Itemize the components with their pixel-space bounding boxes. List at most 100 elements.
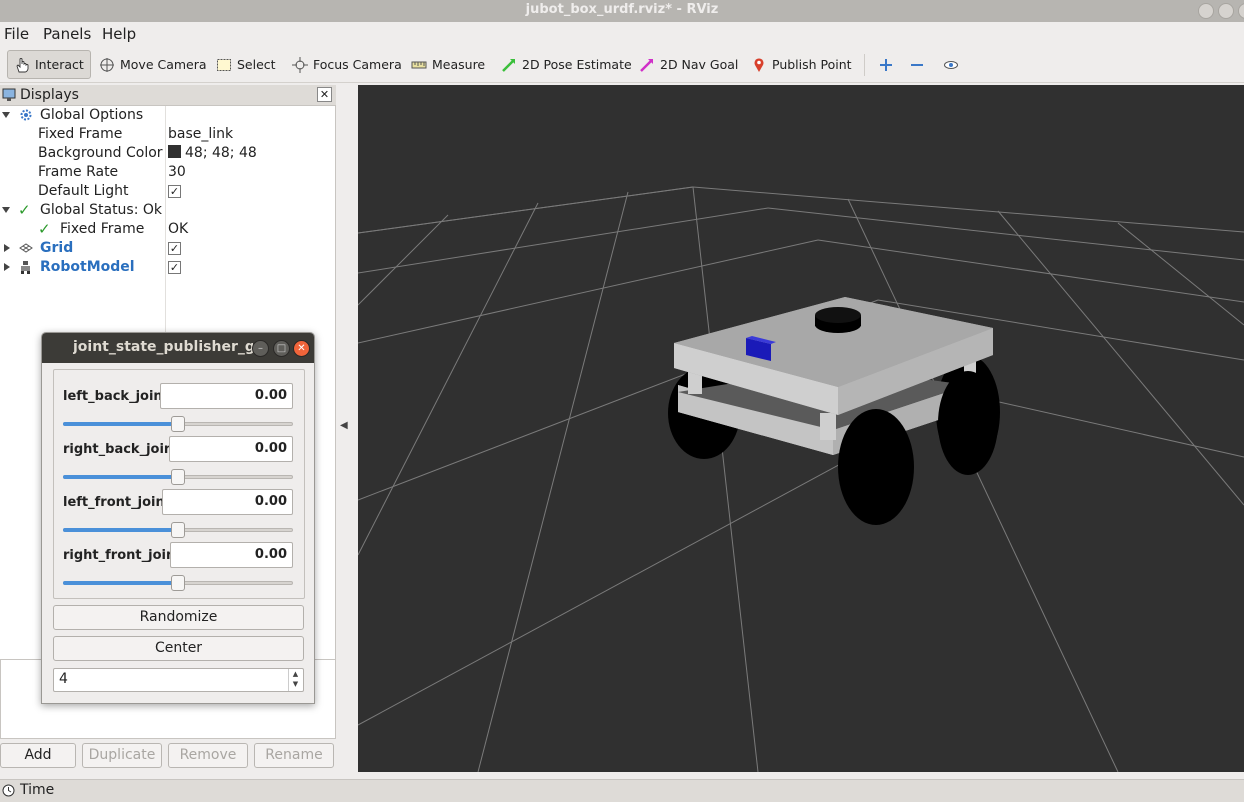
remove-tool-button[interactable]	[903, 50, 936, 79]
randomize-button[interactable]: Randomize	[53, 605, 304, 630]
joint-sliders-group: left_back_joint 0.00 right_back_joint 0.…	[53, 369, 305, 599]
minimize-button[interactable]	[1198, 3, 1214, 19]
joint-value-left-front[interactable]: 0.00	[162, 489, 293, 515]
grid-checkbox[interactable]: ✓	[168, 242, 181, 255]
select-box-icon	[216, 57, 232, 73]
tree-row-robotmodel[interactable]: RobotModel ✓	[0, 258, 336, 277]
tool-2d-pose-estimate-label: 2D Pose Estimate	[522, 57, 632, 72]
gear-icon	[20, 109, 32, 121]
spinbox-arrows[interactable]: ▲ ▼	[288, 669, 302, 691]
maximize-button[interactable]	[1218, 3, 1234, 19]
window-title: jubot_box_urdf.rviz* - RViz	[525, 2, 719, 17]
add-button[interactable]: Add	[0, 743, 76, 768]
frame-rate-key: Frame Rate	[38, 164, 119, 180]
hand-icon	[14, 57, 30, 73]
joint-slider-left-front[interactable]	[63, 522, 293, 538]
status-fixed-frame-key: Fixed Frame	[60, 221, 145, 237]
tree-row-frame-rate[interactable]: Frame Rate 30	[0, 163, 336, 182]
jsp-close-button[interactable]: ✕	[293, 340, 310, 357]
tree-row-global-options[interactable]: Global Options	[0, 106, 336, 125]
slider-count-spinbox[interactable]: 4 ▲ ▼	[53, 668, 304, 692]
joint-slider-right-front[interactable]	[63, 575, 293, 591]
tree-row-status-fixed-frame[interactable]: ✓ Fixed Frame OK	[0, 220, 336, 239]
close-panel-button[interactable]: ✕	[317, 87, 332, 102]
expand-arrow-icon[interactable]	[2, 207, 10, 213]
remove-button[interactable]: Remove	[168, 743, 248, 768]
jsp-titlebar[interactable]: joint_state_publisher_gui – □ ✕	[42, 333, 314, 363]
slider-handle[interactable]	[171, 522, 185, 538]
duplicate-button[interactable]: Duplicate	[82, 743, 162, 768]
minus-icon	[909, 57, 925, 73]
displays-header: Displays ✕	[0, 85, 336, 106]
collapse-arrow-icon[interactable]	[4, 263, 10, 271]
ruler-icon	[411, 57, 427, 73]
menu-bar: File Panels Help	[0, 22, 1244, 46]
robotmodel-label: RobotModel	[40, 259, 135, 275]
tree-row-default-light[interactable]: Default Light ✓	[0, 182, 336, 201]
slider-fill	[63, 528, 178, 532]
collapse-arrow-icon[interactable]	[4, 244, 10, 252]
joint-slider-left-back[interactable]	[63, 416, 293, 432]
joint-value-right-front[interactable]: 0.00	[170, 542, 293, 568]
status-fixed-frame-value: OK	[168, 221, 189, 237]
menu-file[interactable]: File	[4, 25, 29, 43]
grid-label: Grid	[40, 240, 74, 256]
expand-arrow-icon[interactable]	[2, 112, 10, 118]
default-light-checkbox[interactable]: ✓	[168, 185, 181, 198]
ground-grid	[358, 186, 1244, 772]
tool-select-label: Select	[237, 57, 276, 72]
slider-handle[interactable]	[171, 575, 185, 591]
robotmodel-checkbox[interactable]: ✓	[168, 261, 181, 274]
displays-title: Displays	[20, 87, 79, 103]
background-color-key: Background Color	[38, 145, 163, 161]
move-camera-icon	[99, 57, 115, 73]
jsp-title: joint_state_publisher_gui	[73, 339, 253, 355]
menu-panels[interactable]: Panels	[43, 25, 91, 43]
fixed-frame-value[interactable]: base_link	[168, 126, 233, 142]
check-ok-icon: ✓	[38, 220, 51, 238]
panel-splitter-handle[interactable]: ◀	[340, 420, 354, 436]
tree-row-fixed-frame[interactable]: Fixed Frame base_link	[0, 125, 336, 144]
frame-rate-value[interactable]: 30	[168, 164, 186, 180]
grid-icon	[19, 243, 33, 253]
jsp-maximize-button[interactable]: □	[273, 340, 290, 357]
tool-measure[interactable]: Measure	[405, 50, 491, 79]
joint-label-right-back: right_back_joint	[63, 442, 180, 457]
slider-fill	[63, 581, 178, 585]
tree-row-background-color[interactable]: Background Color 48; 48; 48	[0, 144, 336, 163]
rename-button[interactable]: Rename	[254, 743, 334, 768]
tool-2d-pose-estimate[interactable]: 2D Pose Estimate	[495, 50, 638, 79]
tool-select[interactable]: Select	[210, 50, 282, 79]
robot-model	[668, 297, 1000, 525]
global-options-label: Global Options	[40, 107, 144, 123]
tool-2d-nav-goal[interactable]: 2D Nav Goal	[633, 50, 744, 79]
center-button[interactable]: Center	[53, 636, 304, 661]
spinbox-value: 4	[59, 671, 68, 687]
joint-state-publisher-window: joint_state_publisher_gui – □ ✕ left_bac…	[41, 332, 315, 704]
grid-robot-render	[358, 186, 1244, 772]
joint-value-right-back[interactable]: 0.00	[169, 436, 293, 462]
joint-label-left-front: left_front_joint	[63, 495, 171, 510]
time-panel-title: Time	[20, 782, 55, 798]
tool-2d-nav-goal-label: 2D Nav Goal	[660, 57, 739, 72]
tool-publish-point[interactable]: Publish Point	[745, 50, 858, 79]
tree-row-global-status[interactable]: ✓ Global Status: Ok	[0, 201, 336, 220]
tool-move-camera[interactable]: Move Camera	[93, 50, 213, 79]
add-tool-button[interactable]	[872, 50, 905, 79]
slider-handle[interactable]	[171, 416, 185, 432]
tree-row-grid[interactable]: Grid ✓	[0, 239, 336, 258]
joint-value-left-back[interactable]: 0.00	[160, 383, 293, 409]
monitor-icon	[2, 88, 16, 101]
window-titlebar: jubot_box_urdf.rviz* - RViz	[0, 0, 1244, 22]
view-options-button[interactable]	[937, 50, 970, 79]
slider-fill	[63, 422, 178, 426]
joint-slider-right-back[interactable]	[63, 469, 293, 485]
tool-focus-camera[interactable]: Focus Camera	[286, 50, 408, 79]
jsp-minimize-button[interactable]: –	[252, 340, 269, 357]
slider-handle[interactable]	[171, 469, 185, 485]
menu-help[interactable]: Help	[102, 25, 136, 43]
3d-viewport[interactable]	[358, 85, 1244, 772]
background-color-value[interactable]: 48; 48; 48	[168, 145, 257, 161]
tool-interact[interactable]: Interact	[7, 50, 91, 79]
focus-target-icon	[292, 56, 308, 73]
